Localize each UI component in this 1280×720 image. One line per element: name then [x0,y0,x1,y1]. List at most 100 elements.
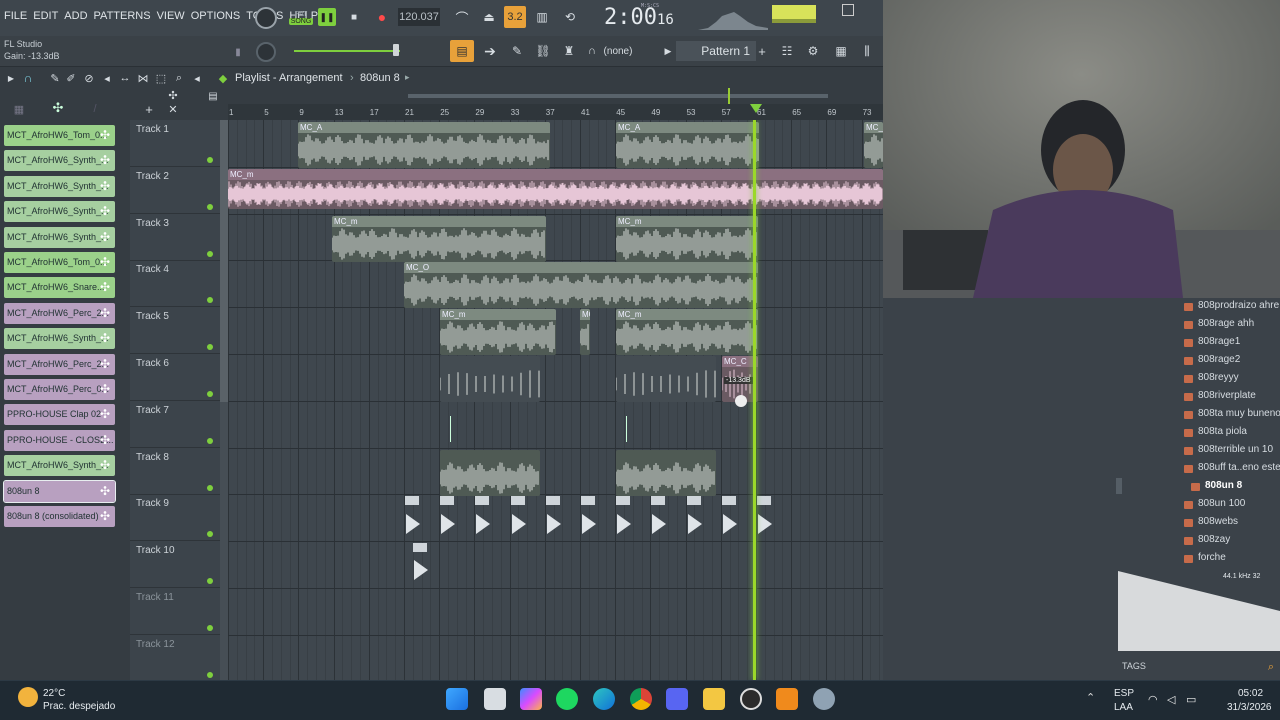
menu-file[interactable]: FILE [4,10,27,22]
channel-move-icon[interactable]: ✣ [97,509,113,524]
play-clip-icon[interactable] [441,514,456,534]
channel-item[interactable]: MCT_AfroHW6_Synth_... ✣ [4,201,115,223]
slip-tool-icon[interactable]: ↔ [118,70,132,86]
brush-icon[interactable]: ✎ [508,42,526,60]
countdown-icon[interactable]: 3.2 [504,6,526,28]
track-name[interactable]: Track 2 [136,171,169,182]
browser-item[interactable]: 808zay [1198,534,1230,545]
stop-button[interactable]: ■ [345,8,363,26]
weather-temp[interactable]: 22°C [43,688,65,699]
search-icon[interactable]: ⌕ [1264,660,1278,674]
track-name[interactable]: Track 5 [136,311,169,322]
stamp-icon[interactable]: ♜ [560,42,578,60]
zoom-tool-icon[interactable]: ⌕ [172,70,186,86]
play-clip-icon[interactable] [758,514,772,534]
clip-header[interactable] [721,496,736,505]
record-button[interactable]: ● [373,8,391,26]
clip-header[interactable] [651,496,666,505]
channel-move-icon[interactable]: ✣ [97,382,113,397]
channel-item[interactable]: MCT_AfroHW6_Synth_... ✣ [4,328,115,350]
playlist-clip[interactable]: MC_m [616,215,758,262]
track-name[interactable]: Track 4 [136,264,169,275]
browser-item[interactable]: 808reyyy [1198,372,1239,383]
browser-item[interactable]: 808ta piola [1198,426,1247,437]
link-icon[interactable]: ⛓ [534,42,552,60]
piano-roll-icon[interactable]: ▦ [832,42,850,60]
track-name[interactable]: Track 6 [136,358,169,369]
mute-tool-icon[interactable]: ◂ [100,70,114,86]
clock-date[interactable]: 31/3/2026 [1227,702,1272,713]
track-name[interactable]: Track 10 [136,545,175,556]
play-clip-icon[interactable] [511,514,526,534]
play-clip-icon[interactable] [582,514,596,534]
paint-tool-icon[interactable]: ✐ [64,70,78,86]
channel-item[interactable]: MCT_AfroHW6_Perc_2... ✣ [4,302,115,324]
browser-item[interactable]: 808rage2 [1198,354,1240,365]
track-name[interactable]: Track 12 [136,639,175,650]
track-name[interactable]: Track 7 [136,405,169,416]
play-clip-icon[interactable] [406,514,420,534]
channel-item[interactable]: PPRO-HOUSE Clap 02 ✣ [4,404,115,426]
magnet-snap-icon[interactable]: ∩ [20,70,36,86]
playlist-clip[interactable] [440,449,540,496]
clip-header[interactable] [616,496,631,505]
track-name[interactable]: Track 9 [136,498,169,509]
gain-knob[interactable] [735,395,747,407]
browser-item[interactable]: 808webs [1198,516,1238,527]
playlist-clip[interactable]: MC_O [404,262,758,309]
track-enable-dot[interactable] [207,484,213,491]
playlist-icon[interactable]: ⫼ [858,42,876,60]
track-enable-dot[interactable] [207,671,213,678]
clip-header[interactable] [440,496,455,505]
browser-scrollbar[interactable] [1116,478,1122,494]
channel-move-icon[interactable]: ✣ [97,179,113,194]
play-clip-icon[interactable] [687,514,702,534]
wifi-icon[interactable]: ◠ [1148,693,1158,706]
clip-header[interactable] [581,496,595,505]
lang-code[interactable]: ESP [1114,688,1134,699]
channel-move-icon[interactable]: ✣ [97,433,113,448]
channel-item[interactable]: MCT_AfroHW6_Synth_... ✣ [4,455,115,477]
playlist-clip[interactable]: MC_m [440,309,556,356]
pause-button[interactable]: ❚❚ [318,8,336,26]
playlist-clip[interactable]: MC_A [864,122,883,168]
browser-item[interactable]: 808terrible un 10 [1198,444,1273,455]
playlist-clip[interactable] [440,356,540,402]
channel-item[interactable]: MCT_AfroHW6_Tom_0... ✣ [4,125,115,146]
obs-icon[interactable] [740,688,762,710]
channel-move-icon[interactable]: ✣ [97,230,113,245]
channel-item[interactable]: 808un 8 ✣ [3,479,116,503]
tempo-display[interactable]: 120.037 [398,8,440,26]
select-tool-icon[interactable]: ⬚ [154,70,168,86]
menu-options[interactable]: OPTIONS [191,10,241,22]
close-track-icon[interactable]: ✕ [166,102,180,116]
browser-item[interactable]: 808rage1 [1198,336,1240,347]
pattern-arrow-icon[interactable]: ▶ [662,42,674,60]
track-enable-dot[interactable] [207,625,213,631]
arrow-right-icon[interactable]: ➔ [480,42,500,60]
channel-rack-icon[interactable]: ⚙ [804,42,822,60]
discord-icon[interactable] [666,688,688,710]
track-enable-dot[interactable] [207,297,213,304]
track-name[interactable]: Track 3 [136,218,169,229]
play-clip-icon[interactable] [414,560,428,580]
picker-audio-icon[interactable]: ✣ [50,100,66,116]
mixer-icon[interactable]: ☷ [778,42,796,60]
channel-move-icon[interactable]: ✣ [97,204,113,219]
playlist-clip[interactable]: MC_A [616,122,759,168]
tray-chevron-icon[interactable]: ⌃ [1086,691,1095,704]
tags-label[interactable]: TAGS [1122,661,1146,671]
master-volume-knob[interactable] [255,7,277,29]
track-name[interactable]: Track 8 [136,452,169,463]
add-pattern-button[interactable]: + [756,42,768,60]
channel-move-icon[interactable]: ✣ [97,128,113,143]
picker-auto-icon[interactable]: / [88,102,102,116]
step-edit-icon[interactable]: ▥ [532,8,552,26]
clip-header[interactable] [510,496,525,505]
lang-layout[interactable]: LAA [1114,702,1133,713]
channel-item[interactable]: PPRO-HOUSE - CLOSE... ✣ [4,429,115,451]
weather-icon[interactable] [18,687,38,707]
wait-icon[interactable]: ⏏ [479,8,499,26]
master-volume-slider[interactable] [294,50,400,52]
metronome-icon[interactable]: ⌒ [452,8,472,26]
